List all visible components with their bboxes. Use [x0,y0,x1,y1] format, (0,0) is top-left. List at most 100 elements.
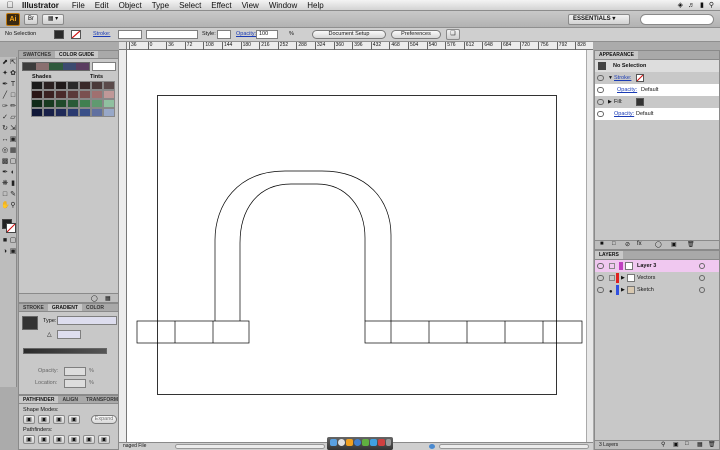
layer-name[interactable]: Layer 3 [637,260,656,272]
eye-icon[interactable] [597,287,604,293]
preferences-button[interactable]: Preferences [391,30,441,39]
tab-stroke[interactable]: STROKE [19,304,48,311]
guide-swatch[interactable] [91,81,103,90]
guide-swatch[interactable] [55,99,67,108]
gradient-type-select[interactable] [57,316,117,325]
eye-icon[interactable] [597,263,604,269]
unite-icon[interactable]: ▣ [23,415,35,424]
type-tool-icon[interactable]: T [9,81,17,89]
eye-icon[interactable] [597,75,604,81]
document-setup-button[interactable]: Document Setup [312,30,386,39]
guide-swatch[interactable] [31,81,43,90]
ruler-origin[interactable] [119,42,127,50]
exclude-icon[interactable]: ▣ [68,415,80,424]
guide-swatch[interactable] [43,81,55,90]
scale-tool-icon[interactable]: ⇲ [9,125,17,133]
locate-object-icon[interactable]: ⚲ [661,441,665,448]
draw-mode-icon[interactable]: ◑ [1,248,9,256]
gradient-location-input[interactable] [64,379,86,388]
menu-type[interactable]: Type [147,1,174,10]
stroke-opacity-label[interactable]: Opacity: [617,84,637,96]
screen-mode-icon[interactable]: ▣ [9,248,17,256]
magic-wand-tool-icon[interactable]: ✦ [1,70,9,78]
menu-file[interactable]: File [67,1,90,10]
guide-swatch[interactable] [43,108,55,117]
tab-pathfinder[interactable]: PATHFINDER [19,396,59,403]
layer-row[interactable]: ● ▶ Sketch [595,284,719,296]
eraser-tool-icon[interactable]: ▱ [9,114,17,122]
intersect-icon[interactable]: ▣ [53,415,65,424]
blob-brush-tool-icon[interactable]: ✓ [1,114,9,122]
clear-appearance-icon[interactable]: ⊘ [625,241,630,248]
variable-width-profile-select[interactable] [146,30,198,39]
guide-swatch[interactable] [55,81,67,90]
slice-tool-icon[interactable]: ✎ [9,191,17,199]
disclosure-open-icon[interactable]: ▼ [608,72,613,84]
status-text[interactable]: naged File [123,443,146,450]
lock-toggle[interactable] [609,275,615,281]
mail-icon[interactable] [370,439,377,446]
paintbrush-tool-icon[interactable]: ✑ [1,103,9,111]
clock-icon[interactable] [338,439,345,446]
guide-swatch[interactable] [91,108,103,117]
gradient-mode-icon[interactable]: ▢ [9,237,17,245]
guide-swatch[interactable] [91,99,103,108]
minus-back-icon[interactable]: ▣ [98,435,110,444]
gradient-angle-input[interactable] [57,330,81,339]
stroke-swatch[interactable] [71,30,81,39]
guide-swatch[interactable] [79,90,91,99]
pen-tool-icon[interactable]: ✒ [1,81,9,89]
artboard-tool-icon[interactable]: □ [1,191,9,199]
tab-color[interactable]: COLOR [82,304,108,311]
graphic-style-picker[interactable] [217,30,231,39]
disclosure-closed-icon[interactable]: ▶ [608,96,612,108]
trash-icon[interactable] [386,439,391,446]
add-fill-icon[interactable]: □ [612,241,616,247]
menu-effect[interactable]: Effect [206,1,236,10]
disclosure-closed-icon[interactable]: ▶ [621,272,625,284]
volume-icon[interactable]: ♬ [688,2,695,9]
swatch-libraries-icon[interactable]: ◯ [91,295,98,302]
opacity-label[interactable]: Opacity: [236,31,256,37]
layer-name[interactable]: Vectors [637,272,655,284]
menu-app-name[interactable]: Illustrator [20,1,67,10]
pencil-tool-icon[interactable]: ✏ [9,103,17,111]
stroke-weight-input[interactable] [118,30,142,39]
menu-select[interactable]: Select [174,1,206,10]
arrange-documents-button[interactable]: ▦ ▾ [42,14,64,25]
layer-row[interactable]: Layer 3 [595,260,719,272]
tab-appearance[interactable]: APPEARANCE [595,51,639,59]
target-icon[interactable] [699,287,705,293]
free-transform-tool-icon[interactable]: ▣ [9,136,17,144]
mesh-tool-icon[interactable]: ▩ [1,158,9,166]
guide-swatch[interactable] [103,90,115,99]
menu-help[interactable]: Help [302,1,328,10]
clipping-mask-icon[interactable]: ▣ [673,441,679,448]
bridge-button[interactable]: Br [24,14,38,25]
wifi-icon[interactable]: ◈ [678,1,683,9]
stroke-label[interactable]: Stroke: [93,31,110,37]
stroke-none-swatch[interactable] [636,74,644,82]
horizontal-scrollbar[interactable] [175,444,325,449]
guide-swatch[interactable] [91,90,103,99]
guide-swatch[interactable] [79,99,91,108]
appearance-stroke-opacity-row[interactable]: Opacity: Default [595,84,719,96]
target-icon[interactable] [699,263,705,269]
illustrator-dock-icon[interactable] [346,439,353,446]
lock-icon[interactable]: ● [609,286,613,298]
menu-window[interactable]: Window [264,1,302,10]
delete-item-icon[interactable]: 🗑 [687,241,695,248]
color-guide-grid[interactable] [31,81,115,117]
menu-edit[interactable]: Edit [90,1,114,10]
fill-swatch[interactable] [54,30,64,39]
stroke-color-box[interactable] [6,223,16,233]
layer-name[interactable]: Sketch [637,284,654,296]
guide-swatch[interactable] [55,90,67,99]
reduce-basic-icon[interactable]: ◯ [655,241,662,248]
menu-view[interactable]: View [237,1,264,10]
object-opacity-label[interactable]: Opacity: [614,108,634,120]
vertical-scrollbar[interactable] [586,50,593,442]
tab-align[interactable]: ALIGN [58,396,82,403]
appearance-fill-row[interactable]: ▶ Fill: [595,96,719,108]
eye-icon[interactable] [597,87,604,93]
